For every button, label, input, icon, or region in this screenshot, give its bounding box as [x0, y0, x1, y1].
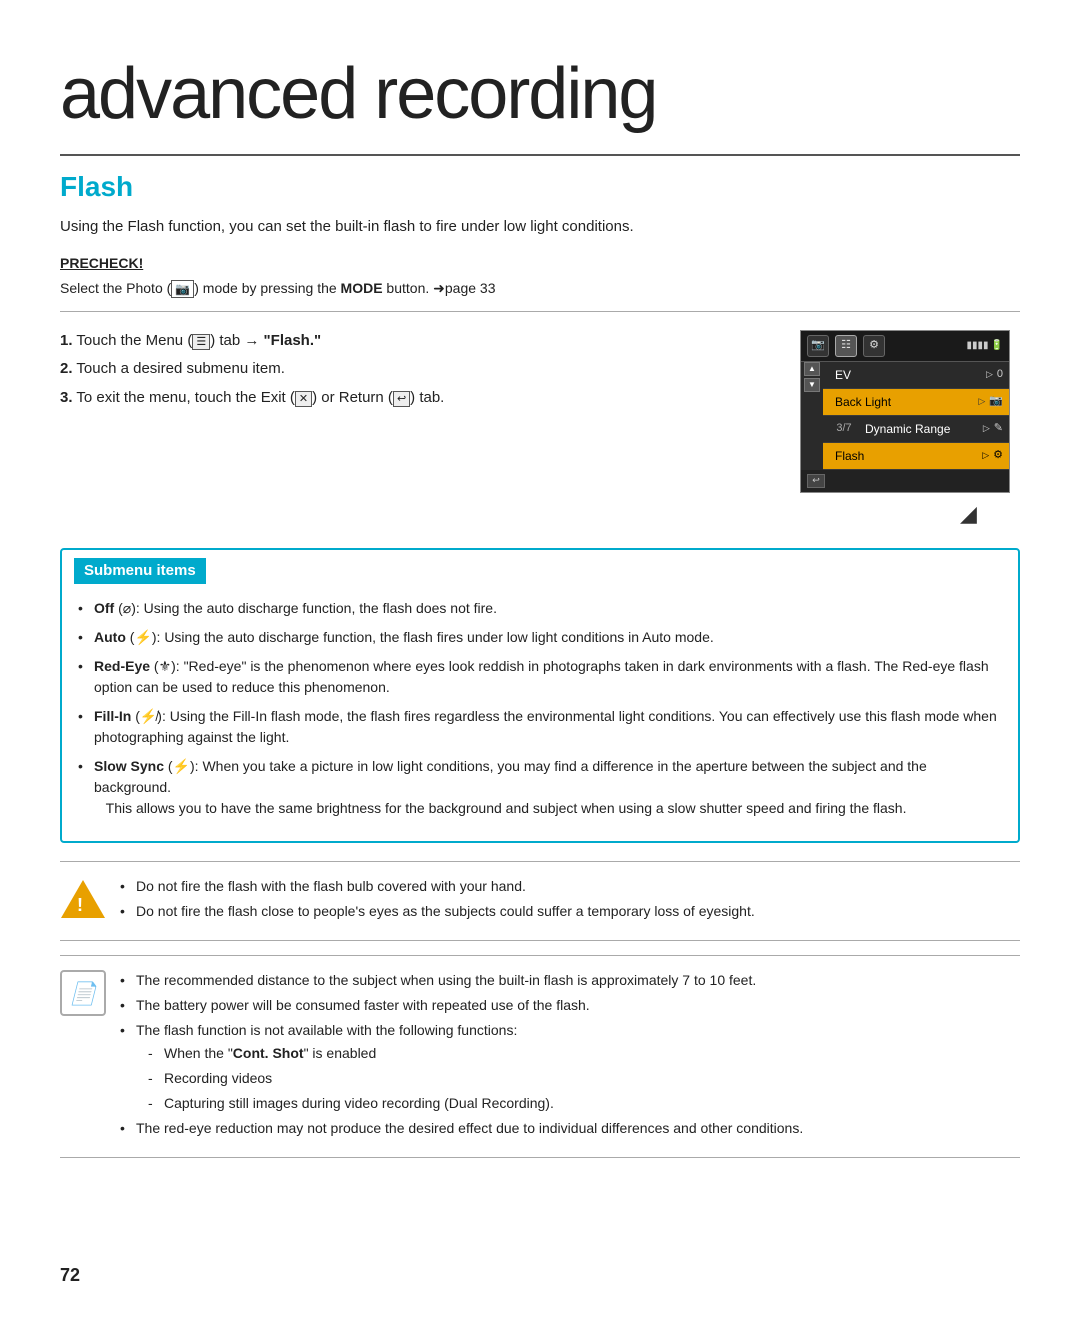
note-subitem-3: Capturing still images during video reco… [148, 1093, 1020, 1114]
submenu-box: Submenu items Off (⌀): Using the auto di… [60, 548, 1020, 844]
back-icon[interactable]: ↩ [807, 474, 825, 488]
menu-ui-container: 📷 ☷ ⚙ ▮▮▮▮ 🔋 ▲ ▼ EV [800, 330, 1020, 530]
submenu-item-slowsync: Slow Sync (⚡): When you take a picture i… [78, 756, 1002, 819]
warning-icon [60, 876, 106, 922]
page-title: advanced recording [60, 40, 1020, 156]
step-1: 1. Touch the Menu (☰) tab → "Flash." [60, 330, 770, 353]
note-sublist: When the "Cont. Shot" is enabled Recordi… [148, 1043, 1020, 1114]
warning-list: Do not fire the flash with the flash bul… [120, 876, 1020, 922]
note-subitem-2: Recording videos [148, 1068, 1020, 1089]
note-item-4: The red-eye reduction may not produce th… [120, 1118, 1020, 1139]
page-indicator: 3/7 [829, 420, 859, 437]
gear-icon: ⚙ [863, 335, 885, 357]
warning-item-1: Do not fire the flash with the flash bul… [120, 876, 1020, 897]
steps-left: 1. Touch the Menu (☰) tab → "Flash." 2. … [60, 330, 770, 530]
flash-row: Flash ▷ ⚙ [823, 443, 1009, 470]
nav-down-btn[interactable]: ▼ [804, 378, 820, 392]
note-box: 📄 The recommended distance to the subjec… [60, 955, 1020, 1158]
flash-label: Flash [829, 447, 982, 465]
backlight-value: ▷ 📷 [978, 393, 1003, 410]
note-item-3: The flash function is not available with… [120, 1020, 1020, 1114]
cursor-arrow: ◢ [960, 497, 1020, 530]
note-list: The recommended distance to the subject … [120, 970, 1020, 1139]
menu-body: ▲ ▼ EV ▷ 0 Back Light [801, 362, 1009, 470]
menu-back-row: ↩ [801, 470, 1009, 492]
backlight-label: Back Light [829, 393, 978, 411]
note-subitem-1: When the "Cont. Shot" is enabled [148, 1043, 1020, 1064]
ev-label: EV [829, 366, 986, 384]
warning-triangle [61, 880, 105, 918]
menu-ui: 📷 ☷ ⚙ ▮▮▮▮ 🔋 ▲ ▼ EV [800, 330, 1010, 493]
warning-content: Do not fire the flash with the flash bul… [120, 876, 1020, 926]
step-3: 3. To exit the menu, touch the Exit (✕) … [60, 387, 770, 410]
battery-indicator: ▮▮▮▮ 🔋 [967, 338, 1003, 353]
backlight-row: Back Light ▷ 📷 [823, 389, 1009, 416]
section-title: Flash [60, 166, 1020, 208]
page-number: 72 [60, 1262, 80, 1289]
ev-row: EV ▷ 0 [823, 362, 1009, 389]
note-item-2: The battery power will be consumed faste… [120, 995, 1020, 1016]
menu-rows: EV ▷ 0 Back Light ▷ 📷 [823, 362, 1009, 470]
steps-container: 1. Touch the Menu (☰) tab → "Flash." 2. … [60, 330, 1020, 530]
dynamic-range-value: ▷ ✎ [983, 420, 1003, 437]
precheck-section: PRECHECK! Select the Photo (📷) mode by p… [60, 253, 1020, 312]
submenu-title: Submenu items [74, 558, 206, 585]
warning-box: Do not fire the flash with the flash bul… [60, 861, 1020, 941]
submenu-item-redeye: Red-Eye (⚜): "Red-eye" is the phenomenon… [78, 656, 1002, 698]
ev-value: ▷ 0 [986, 366, 1003, 383]
submenu-list: Off (⌀): Using the auto discharge functi… [78, 598, 1002, 819]
menu-list-icon: ☷ [835, 335, 857, 357]
submenu-item-fillin: Fill-In (⚡̸): Using the Fill-In flash mo… [78, 706, 1002, 748]
camera-icon: 📷 [807, 335, 829, 357]
step-2: 2. Touch a desired submenu item. [60, 358, 770, 381]
intro-text: Using the Flash function, you can set th… [60, 216, 1020, 239]
submenu-item-off: Off (⌀): Using the auto discharge functi… [78, 598, 1002, 619]
warning-item-2: Do not fire the flash close to people's … [120, 901, 1020, 922]
submenu-item-auto: Auto (⚡): Using the auto discharge funct… [78, 627, 1002, 648]
precheck-text: Select the Photo (📷) mode by pressing th… [60, 278, 1020, 312]
nav-up-btn[interactable]: ▲ [804, 362, 820, 376]
menu-header: 📷 ☷ ⚙ ▮▮▮▮ 🔋 [801, 331, 1009, 362]
nav-column: ▲ ▼ [801, 362, 823, 470]
note-icon: 📄 [60, 970, 106, 1016]
precheck-label: PRECHECK! [60, 253, 1020, 274]
dynamic-range-label: Dynamic Range [859, 420, 983, 438]
dynamic-range-row: 3/7 Dynamic Range ▷ ✎ [823, 416, 1009, 443]
note-content: The recommended distance to the subject … [120, 970, 1020, 1143]
flash-value: ▷ ⚙ [982, 447, 1003, 464]
note-item-1: The recommended distance to the subject … [120, 970, 1020, 991]
